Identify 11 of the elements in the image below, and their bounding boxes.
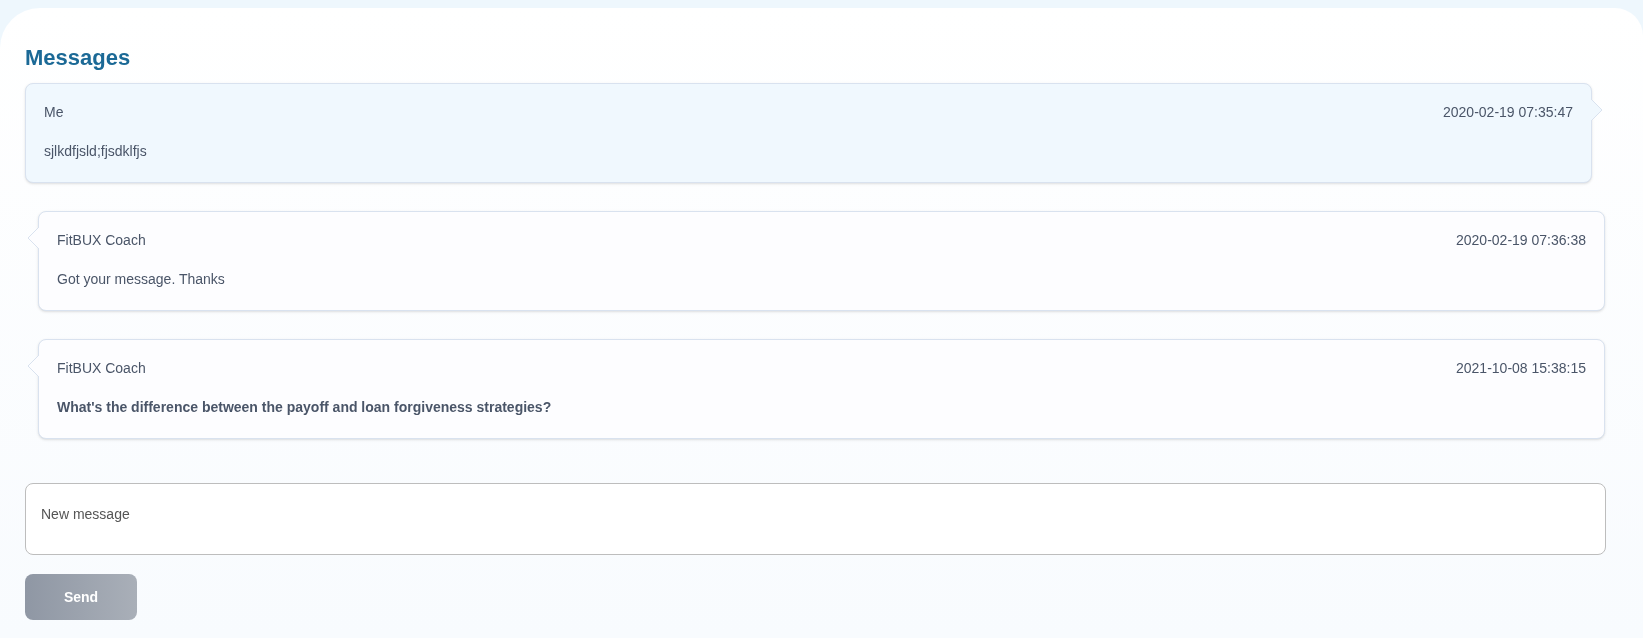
message-timestamp: 2020-02-19 07:36:38: [1456, 231, 1586, 250]
sender-name: FitBUX Coach: [57, 359, 146, 378]
message-text: sjlkdfjsld;fjsdklfjs: [44, 142, 148, 161]
message-timestamp: 2020-02-19 07:35:47: [1443, 103, 1573, 122]
message-input[interactable]: New message: [25, 483, 1606, 555]
sender-name: FitBUX Coach: [57, 231, 146, 250]
message-timestamp: 2021-10-08 15:38:15: [1456, 359, 1586, 378]
sender-name: Me: [44, 103, 64, 122]
message-text: What's the difference between the payoff and loan forgiveness strategies?: [57, 398, 553, 417]
message-text: Got your message. Thanks: [57, 270, 226, 289]
page-title: Messages: [25, 44, 132, 72]
